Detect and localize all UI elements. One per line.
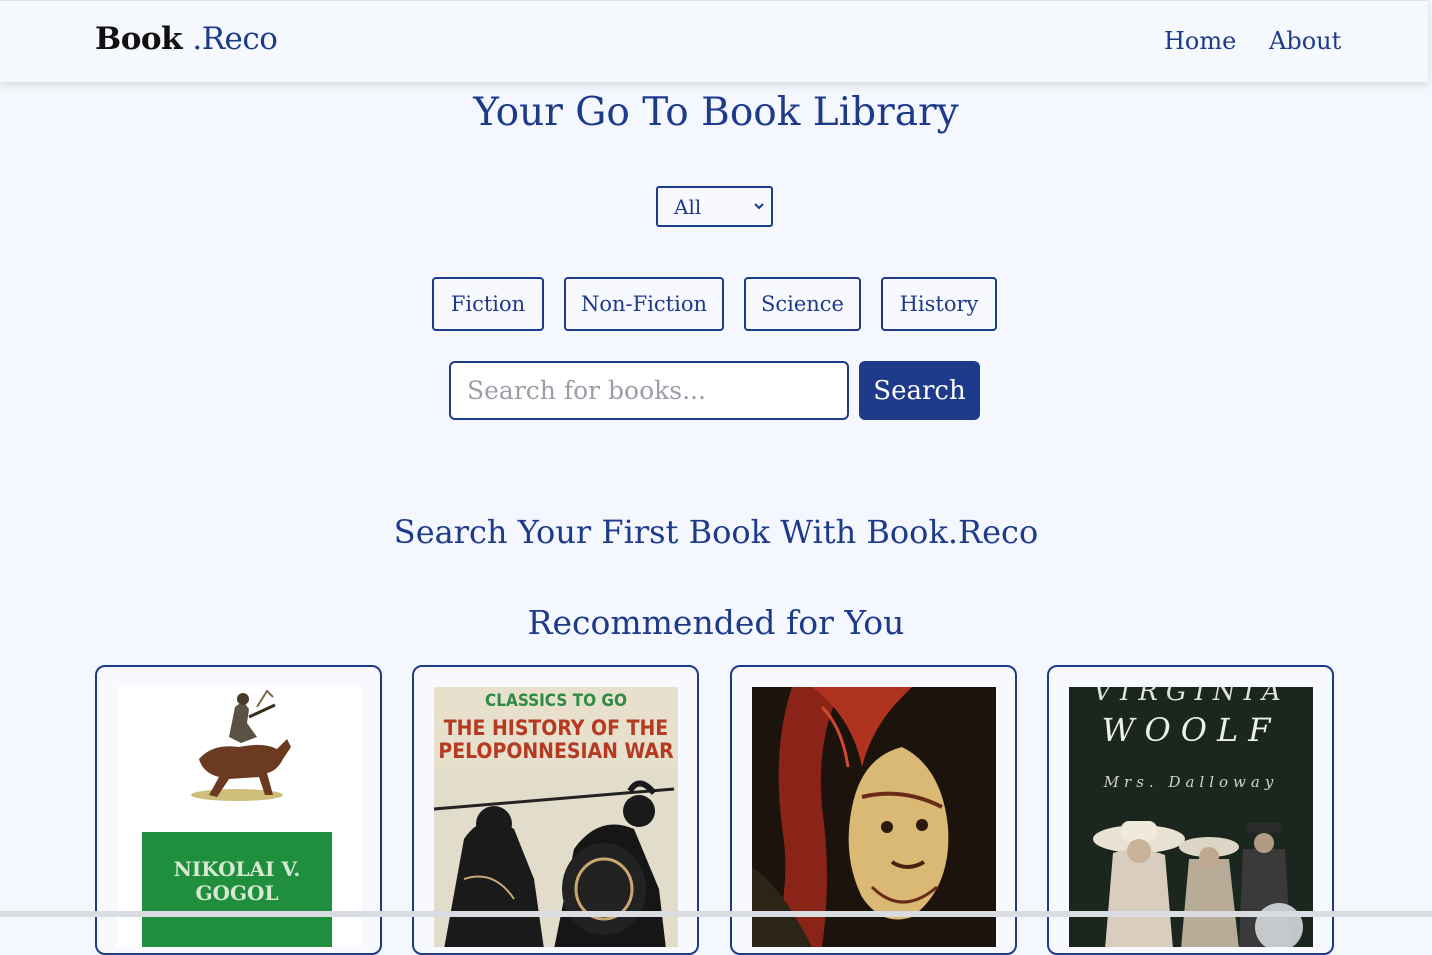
book-title-line-1: THE HISTORY OF THE <box>443 716 669 740</box>
window-bottom-edge <box>0 911 1432 917</box>
category-select[interactable]: All <box>656 186 773 227</box>
book-series-text: CLASSICS TO GO <box>485 691 627 711</box>
category-button-history[interactable]: History <box>881 277 997 331</box>
book-cover-image <box>752 687 996 947</box>
book-cover-image: CLASSICS TO GO THE HISTORY OF THE PELOPO… <box>434 687 678 947</box>
chevron-down-icon <box>754 203 764 210</box>
book-cover-text: NIKOLAI V. GOGOL <box>142 857 332 905</box>
page-title: Your Go To Book Library <box>473 90 959 135</box>
category-select-value: All <box>674 195 702 219</box>
nav-link-home[interactable]: Home <box>1164 27 1236 55</box>
book-author-first: VIRGINIA <box>1093 687 1289 707</box>
logo[interactable]: Book .Reco <box>95 21 278 57</box>
logo-reco-text: .Reco <box>192 21 278 57</box>
category-button-science[interactable]: Science <box>744 277 861 331</box>
book-title-line-2: PELOPONNESIAN WAR <box>438 739 674 763</box>
book-author-last: WOOLF <box>1101 711 1281 749</box>
search-button[interactable]: Search <box>859 361 980 420</box>
search-input[interactable] <box>449 361 849 420</box>
nav-link-about[interactable]: About <box>1269 27 1341 55</box>
book-cover-image: VIRGINIA WOOLF Mrs. Dalloway <box>1069 687 1313 947</box>
warriors-illustration <box>434 769 678 947</box>
category-button-non-fiction[interactable]: Non-Fiction <box>564 277 724 331</box>
book-author-last: GOGOL <box>195 881 279 905</box>
photo-illustration <box>1093 821 1303 947</box>
navbar: Book .Reco Home About <box>0 0 1428 82</box>
painting-illustration <box>752 687 996 947</box>
book-author-first: NIKOLAI V. <box>173 857 301 881</box>
book-title-text: Mrs. Dalloway <box>1103 773 1279 791</box>
recommended-heading: Recommended for You <box>527 603 905 642</box>
book-title-text: THE HISTORY OF THE PELOPONNESIAN WAR <box>434 717 678 763</box>
book-cover-image: NIKOLAI V. GOGOL <box>117 687 361 947</box>
empty-state-message: Search Your First Book With Book.Reco <box>393 513 1039 551</box>
logo-book-text: Book <box>95 21 183 57</box>
category-button-fiction[interactable]: Fiction <box>432 277 544 331</box>
horseman-illustration <box>191 689 291 801</box>
